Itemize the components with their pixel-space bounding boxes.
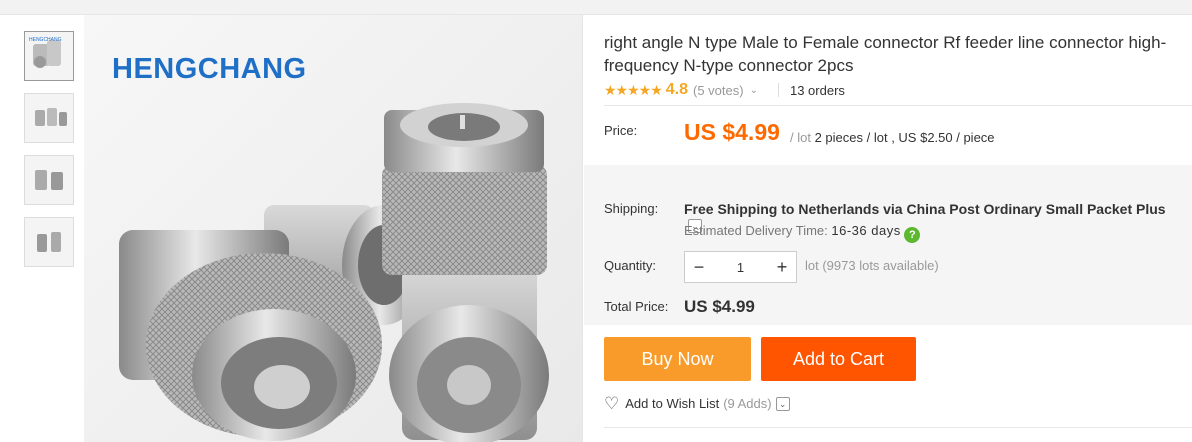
chevron-down-icon[interactable]: ⌄ (750, 85, 758, 96)
lots-available: lot (9973 lots available) (805, 258, 939, 273)
divider (604, 105, 1192, 106)
price-unit-info: / lot 2 pieces / lot , US $2.50 / piece (790, 130, 995, 145)
shipping-label: Shipping: (604, 201, 659, 216)
price-row: Price: US $4.99 / lot 2 pieces / lot , U… (604, 119, 1184, 159)
price-amount: US $4.99 (684, 119, 780, 145)
total-price-amount: US $4.99 (684, 297, 755, 316)
quantity-stepper: − + (684, 251, 797, 283)
price-detail: 2 pieces / lot , US $2.50 / piece (814, 130, 995, 145)
quantity-input[interactable] (713, 258, 768, 276)
divider (604, 427, 1192, 428)
estimated-delivery-label: Estimated Delivery Time: (684, 223, 828, 238)
add-to-wishlist[interactable]: ♡ Add to Wish List (9 Adds) ⌄ (604, 393, 790, 413)
estimated-delivery-days: 16-36 days (831, 223, 901, 238)
heart-icon: ♡ (604, 393, 620, 413)
main-product-image[interactable]: HENGCHANG (84, 15, 583, 442)
wishlist-adds: (9 Adds) (723, 396, 772, 411)
orders-count: 13 orders (789, 82, 845, 98)
options-panel (584, 165, 1192, 325)
price-unit: / lot (790, 130, 811, 145)
brand-watermark: HENGCHANG (112, 53, 307, 85)
wishlist-label: Add to Wish List (625, 396, 720, 411)
estimated-delivery: Estimated Delivery Time: 16-36 days ? (684, 223, 921, 243)
quantity-decrease-button[interactable]: − (685, 252, 713, 282)
add-to-cart-button[interactable]: Add to Cart (761, 337, 916, 381)
thumbnail-1[interactable]: HENGCHANG (24, 31, 74, 81)
svg-text:HENGCHANG: HENGCHANG (29, 37, 62, 43)
buy-now-button[interactable]: Buy Now (604, 337, 751, 381)
product-title: right angle N type Male to Female connec… (604, 33, 1167, 75)
votes-count[interactable]: (5 votes) (693, 83, 744, 98)
quantity-increase-button[interactable]: + (768, 252, 796, 282)
thumbnail-2[interactable] (24, 93, 74, 143)
rating-row: ★★★★★ 4.8 (5 votes) ⌄ 13 orders (604, 80, 845, 100)
price-label: Price: (604, 123, 638, 138)
quantity-label: Quantity: (604, 258, 657, 273)
help-icon[interactable]: ? (904, 227, 921, 243)
divider (777, 83, 779, 97)
thumbnail-list: HENGCHANG (24, 31, 74, 279)
rating-score: 4.8 (665, 81, 689, 98)
star-rating-icon: ★★★★★ (604, 81, 663, 98)
wishlist-dropdown-icon[interactable]: ⌄ (775, 396, 790, 411)
total-price-label: Total Price: (604, 299, 669, 314)
product-card: HENGCHANG HENGCHANG right angle N type M… (0, 14, 1192, 442)
thumbnail-3[interactable] (24, 155, 74, 205)
thumbnail-4[interactable] (24, 217, 74, 267)
shipping-method-text: Free Shipping to Netherlands via China P… (684, 201, 1166, 217)
